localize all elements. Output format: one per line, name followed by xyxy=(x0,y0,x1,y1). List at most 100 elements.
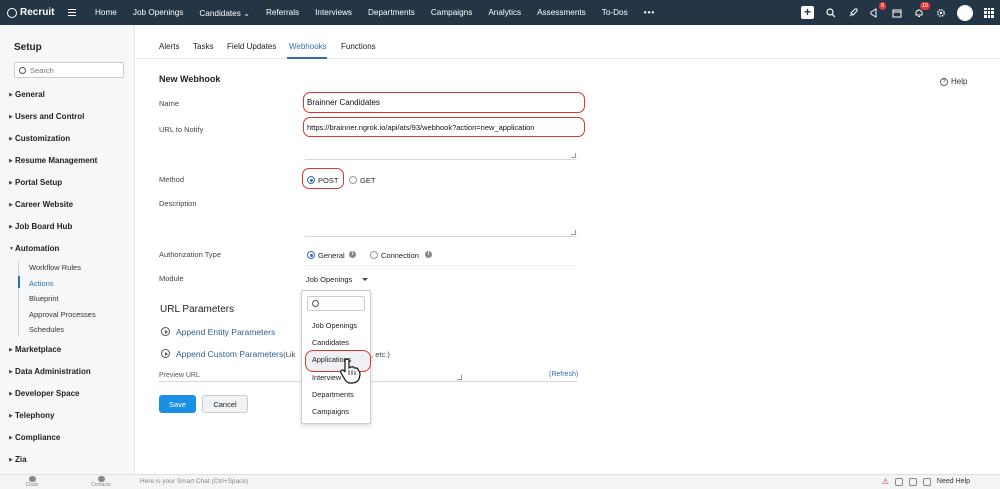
tab-field-updates[interactable]: Field Updates xyxy=(227,42,276,51)
sidebar-search-input[interactable] xyxy=(30,65,120,75)
nav-job-openings[interactable]: Job Openings xyxy=(125,8,192,17)
nav-home[interactable]: Home xyxy=(87,8,125,17)
sidebar-item-marketplace[interactable]: ▶ Marketplace xyxy=(9,345,61,354)
nav-analytics[interactable]: Analytics xyxy=(480,8,529,17)
url-input[interactable]: https://brainner.ngrok.io/api/ats/93/web… xyxy=(307,123,534,132)
active-tab-underline xyxy=(287,57,327,59)
sidebar-item-zia[interactable]: ▶ Zia xyxy=(9,455,27,464)
preview-url-label: Preview URL xyxy=(159,372,200,379)
sidebar-item-customization[interactable]: ▶ Customization xyxy=(9,134,70,143)
get-label: GET xyxy=(360,176,376,185)
bottom-bar: Chats Contacts Here is your Smart Chat (… xyxy=(0,474,1000,489)
chevron-down-icon[interactable] xyxy=(362,278,368,281)
sidebar-title: Setup xyxy=(14,42,42,53)
auth-connection-radio[interactable] xyxy=(370,251,378,259)
bell-icon[interactable]: 10 xyxy=(913,2,930,18)
user-avatar[interactable] xyxy=(957,4,973,21)
sidebar-item-career-website[interactable]: ▶ Career Website xyxy=(9,200,73,209)
add-button[interactable]: + xyxy=(801,6,814,19)
auth-general-radio[interactable] xyxy=(307,251,315,259)
nav-more-icon[interactable]: ••• xyxy=(636,8,664,17)
sidebar-item-users-and-control[interactable]: ▶ Users and Control xyxy=(9,112,84,121)
post-radio[interactable] xyxy=(307,176,315,184)
sidebar-search[interactable] xyxy=(14,62,124,78)
help-circle-icon[interactable] xyxy=(922,477,931,486)
dropdown-option-candidates[interactable]: Candidates xyxy=(312,338,349,347)
sidebar-item-data-administration[interactable]: ▶ Data Administration xyxy=(9,367,91,376)
smart-chat-input[interactable]: Here is your Smart Chat (Ctrl+Space) xyxy=(140,478,248,485)
resize-handle-icon[interactable] xyxy=(571,230,576,235)
rocket-icon[interactable] xyxy=(847,7,858,18)
sidebar-item-developer-space[interactable]: ▶ Developer Space xyxy=(9,389,79,398)
module-select[interactable]: Job Openings xyxy=(306,275,352,284)
description-textarea[interactable] xyxy=(305,236,577,237)
refresh-link[interactable]: (Refresh) xyxy=(549,371,578,378)
search-icon xyxy=(19,66,26,74)
resize-handle-icon[interactable] xyxy=(571,153,576,158)
cancel-button[interactable]: Cancel xyxy=(202,395,248,413)
append-custom-parameters-link[interactable]: Append Custom Parameters(Lik xyxy=(176,349,295,359)
nav-campaigns[interactable]: Campaigns xyxy=(423,8,480,17)
clock-icon[interactable] xyxy=(894,477,903,486)
dropdown-option-interview[interactable]: Interview xyxy=(312,373,341,382)
info-icon[interactable]: i xyxy=(425,251,432,258)
dropdown-option-campaigns[interactable]: Campaigns xyxy=(312,407,349,416)
method-label: Method xyxy=(159,175,185,184)
warning-icon[interactable]: ⚠ xyxy=(882,477,889,486)
sidebar-subitem-workflow-rules[interactable]: Workflow Rules xyxy=(29,263,81,272)
nav-todos[interactable]: To-Dos xyxy=(594,8,636,17)
expand-arrow-icon[interactable] xyxy=(161,327,170,336)
tab-webhooks[interactable]: Webhooks xyxy=(289,42,327,51)
dropdown-option-departments[interactable]: Departments xyxy=(312,390,354,399)
notifications-badge: 10 xyxy=(919,2,930,10)
chats-button[interactable]: Chats xyxy=(17,475,47,488)
gear-icon[interactable] xyxy=(935,7,946,18)
top-navbar: Recruit Home Job Openings Candidates ⌄ R… xyxy=(0,0,1000,25)
append-entity-parameters-link[interactable]: Append Entity Parameters xyxy=(176,327,275,337)
sidebar-item-automation[interactable]: ▼ Automation xyxy=(9,244,59,253)
nav-interviews[interactable]: Interviews xyxy=(307,8,360,17)
resize-handle-icon[interactable] xyxy=(457,375,462,380)
save-button[interactable]: Save xyxy=(159,395,196,413)
get-radio[interactable] xyxy=(349,176,357,184)
calendar-icon[interactable] xyxy=(891,7,902,18)
sidebar-item-portal-setup[interactable]: ▶ Portal Setup xyxy=(9,178,62,187)
sidebar-item-general[interactable]: ▶ General xyxy=(9,90,45,99)
description-label: Description xyxy=(159,199,197,208)
tab-functions[interactable]: Functions xyxy=(341,42,376,51)
sidebar-subitem-blueprint[interactable]: Blueprint xyxy=(29,294,59,303)
help-link[interactable]: ? Help xyxy=(940,77,967,86)
apps-grid-icon[interactable] xyxy=(984,7,994,18)
info-icon[interactable]: i xyxy=(349,251,356,258)
sidebar-item-job-board-hub[interactable]: ▶ Job Board Hub xyxy=(9,222,72,231)
need-help-link[interactable]: Need Help xyxy=(937,478,970,485)
dropdown-search-input[interactable] xyxy=(307,296,365,311)
contacts-button[interactable]: Contacts xyxy=(86,475,116,488)
sidebar-item-telephony[interactable]: ▶ Telephony xyxy=(9,411,54,420)
module-dropdown: Job Openings Candidates Applications Int… xyxy=(301,290,371,424)
nav-referrals[interactable]: Referrals xyxy=(258,8,307,17)
dropdown-option-job-openings[interactable]: Job Openings xyxy=(312,321,357,330)
announcements-icon[interactable]: 6 xyxy=(869,2,886,18)
hamburger-menu-icon[interactable] xyxy=(68,8,76,17)
sidebar-item-resume-management[interactable]: ▶ Resume Management xyxy=(9,156,97,165)
sidebar-item-compliance[interactable]: ▶ Compliance xyxy=(9,433,60,442)
main-content: Alerts Tasks Field Updates Webhooks Func… xyxy=(136,25,1000,474)
tab-alerts[interactable]: Alerts xyxy=(159,42,179,51)
sidebar-subitem-schedules[interactable]: Schedules xyxy=(29,325,64,334)
url-parameters-title: URL Parameters xyxy=(160,304,235,315)
nav-departments[interactable]: Departments xyxy=(360,8,423,17)
sidebar-subitem-actions[interactable]: Actions xyxy=(29,279,54,288)
append-custom-hint-left: (Lik xyxy=(283,350,296,359)
name-input[interactable]: Brainner Candidates xyxy=(307,98,380,107)
nav-candidates[interactable]: Candidates ⌄ xyxy=(191,8,258,18)
nav-assessments[interactable]: Assessments xyxy=(529,8,594,17)
name-label: Name xyxy=(159,99,180,108)
active-indicator xyxy=(18,276,20,288)
expand-arrow-icon[interactable] xyxy=(161,349,170,358)
sidebar-subitem-approval-processes[interactable]: Approval Processes xyxy=(29,310,96,319)
search-icon[interactable] xyxy=(825,7,836,18)
tab-tasks[interactable]: Tasks xyxy=(193,42,213,51)
chat-window-icon[interactable] xyxy=(908,477,917,486)
app-logo[interactable]: Recruit xyxy=(7,7,65,18)
